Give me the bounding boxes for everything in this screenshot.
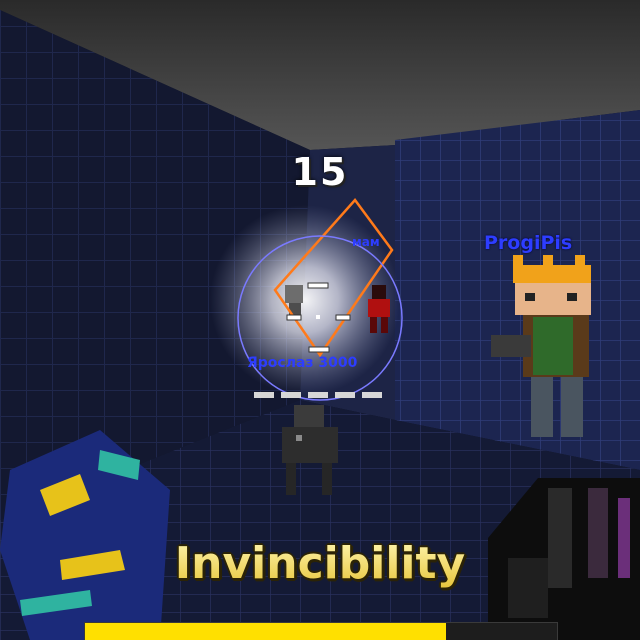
powerup-progress-bar [84,622,558,640]
ammo-indicator [254,392,382,398]
player-nametag-mam: мам [352,235,380,249]
round-timer: 15 [291,150,349,194]
powerup-progress-fill [85,623,447,640]
game-viewport[interactable]: ProgiPis мам Ярослаз 3000 15 Invincibili… [0,0,640,640]
powerup-label: Invincibility [0,538,640,589]
player-nametag-bottom: Ярослаз 3000 [247,355,358,371]
player-nametag-progipis: ProgiPis [484,232,573,254]
